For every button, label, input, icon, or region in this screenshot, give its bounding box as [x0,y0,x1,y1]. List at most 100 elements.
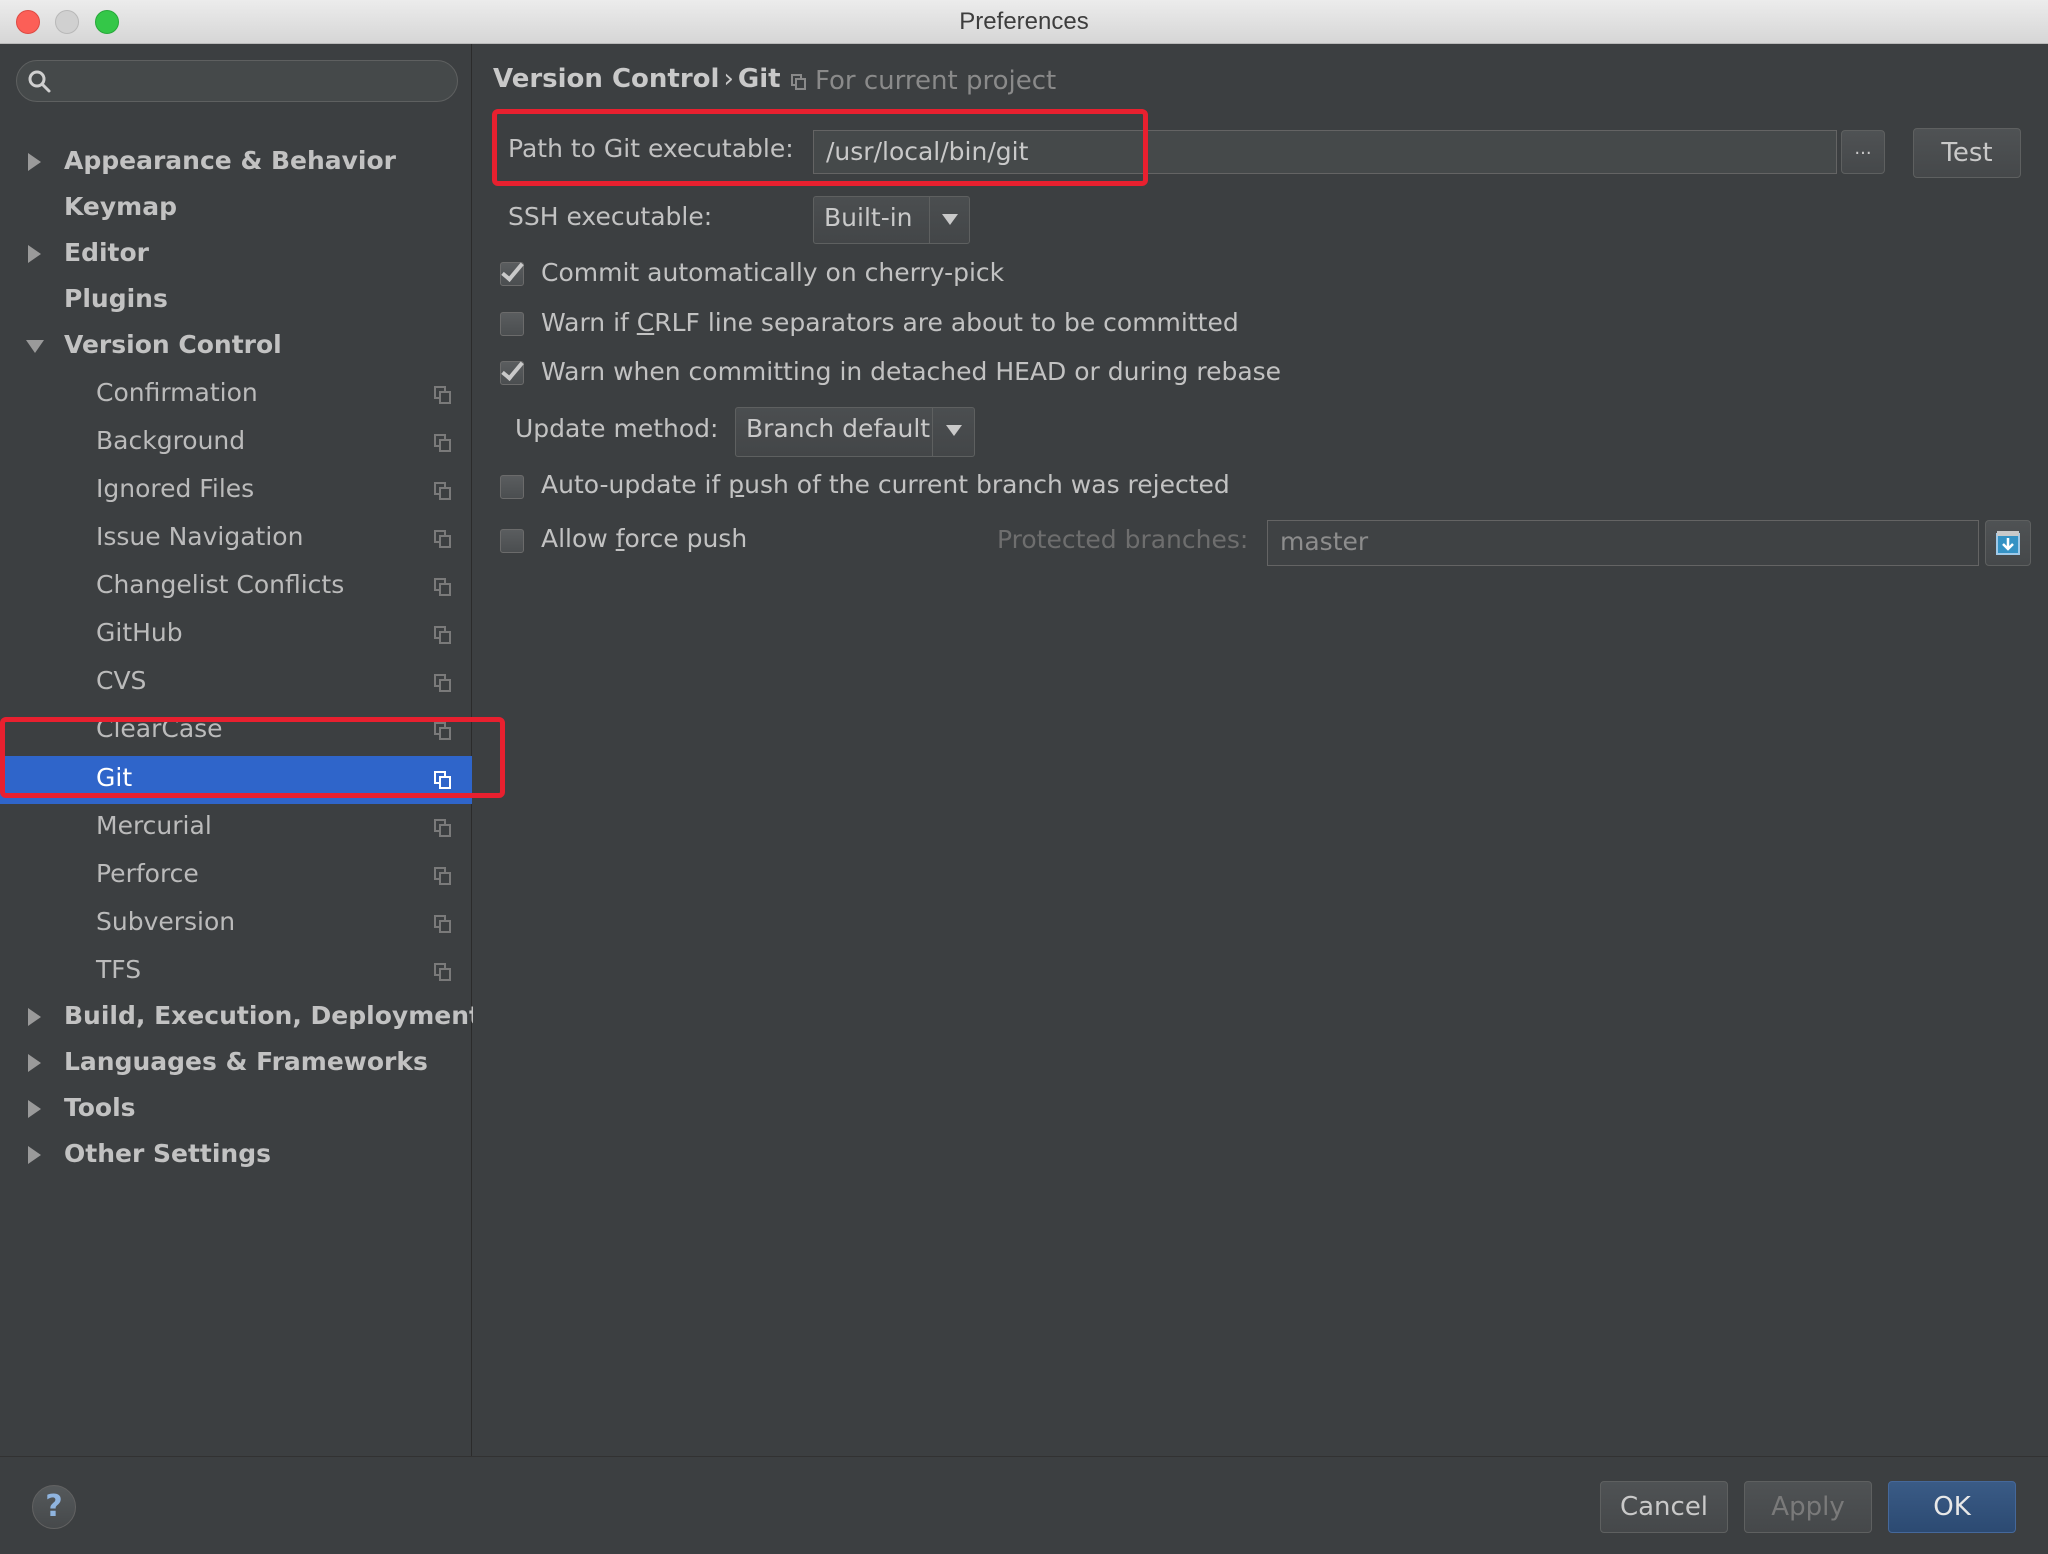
sidebar-item-keymap[interactable]: Keymap [0,185,472,231]
scope-note: For current project [791,66,1056,96]
sidebar-item-label: TFS [96,955,142,984]
expand-arrow-icon[interactable] [28,1054,41,1072]
project-scope-icon [434,386,452,404]
sidebar-item-label: Confirmation [96,378,258,407]
project-scope-icon [434,867,452,885]
update-method-value: Branch default [746,414,931,443]
sidebar-item-tfs[interactable]: TFS [0,948,472,994]
sidebar-item-background[interactable]: Background [0,419,472,465]
sidebar-item-label: Subversion [96,907,236,936]
project-scope-icon [791,74,807,90]
expand-arrow-icon[interactable] [28,245,41,263]
sidebar-item-cvs[interactable]: CVS [0,659,472,705]
sidebar-item-languages-frameworks[interactable]: Languages & Frameworks [0,1040,472,1086]
cancel-button[interactable]: Cancel [1600,1481,1728,1533]
chevron-down-icon [942,214,958,225]
sidebar-item-label: Plugins [64,284,168,313]
sidebar-item-editor[interactable]: Editor [0,231,472,277]
sidebar-item-label: GitHub [96,618,183,647]
project-scope-icon [434,915,452,933]
cherry-pick-checkbox[interactable] [500,258,524,286]
sidebar-item-appearance-behavior[interactable]: Appearance & Behavior [0,139,472,185]
ssh-executable-select[interactable]: Built-in [813,196,970,244]
sidebar-item-label: Version Control [64,330,282,359]
expand-arrow-icon[interactable] [28,1100,41,1118]
search-icon [28,70,51,93]
sidebar-item-issue-navigation[interactable]: Issue Navigation [0,515,472,561]
sidebar-item-subversion[interactable]: Subversion [0,900,472,946]
sidebar-item-label: CVS [96,666,147,695]
help-button[interactable]: ? [32,1485,76,1529]
sidebar-item-version-control[interactable]: Version Control [0,323,472,369]
expand-arrow-icon[interactable] [28,153,41,171]
sidebar-item-label: Languages & Frameworks [64,1047,428,1076]
checkmark-icon [501,258,524,282]
auto-update-label[interactable]: Auto-update if push of the current branc… [541,470,1230,499]
project-scope-icon [434,819,452,837]
browse-button[interactable]: ... [1841,130,1885,174]
protected-branches-label: Protected branches: [997,525,1249,554]
checkmark-icon [501,357,524,381]
ssh-executable-value: Built-in [824,203,913,232]
git-item-highlight-frame [0,717,505,798]
expand-arrow-icon[interactable] [28,1146,41,1164]
project-scope-icon [434,963,452,981]
sidebar-item-label: Mercurial [96,811,212,840]
ok-button[interactable]: OK [1888,1481,2016,1533]
sidebar-item-changelist-conflicts[interactable]: Changelist Conflicts [0,563,472,609]
dialog-footer: ? Cancel Apply OK [0,1456,2048,1554]
detached-head-checkbox[interactable] [500,357,524,385]
sidebar-item-mercurial[interactable]: Mercurial [0,804,472,850]
sidebar-item-label: Changelist Conflicts [96,570,345,599]
project-scope-icon [434,482,452,500]
update-method-label: Update method: [515,414,719,443]
sidebar-item-label: Tools [64,1093,136,1122]
sidebar-item-label: Ignored Files [96,474,255,503]
collapse-arrow-icon[interactable] [26,340,44,353]
expand-field-button[interactable] [1985,520,2031,566]
project-scope-icon [434,578,452,596]
sidebar-item-label: Keymap [64,192,178,221]
protected-branches-field[interactable]: master [1267,520,1979,566]
sidebar-item-label: Appearance & Behavior [64,146,396,175]
sidebar-item-tools[interactable]: Tools [0,1086,472,1132]
apply-button[interactable]: Apply [1744,1481,1872,1533]
crlf-warning-checkbox[interactable] [500,312,524,336]
scope-label: For current project [815,66,1057,96]
sidebar-item-perforce[interactable]: Perforce [0,852,472,898]
title-bar: Preferences [0,0,2048,44]
force-push-label[interactable]: Allow force push [541,524,747,553]
window-title: Preferences [959,8,1089,35]
crlf-warning-label[interactable]: Warn if CRLF line separators are about t… [541,308,1239,337]
sidebar-item-label: Editor [64,238,149,267]
git-path-highlight-frame [492,109,1148,186]
breadcrumb: Version Control › Git [493,64,781,94]
sidebar-item-label: Other Settings [64,1139,271,1168]
sidebar-item-label: Background [96,426,246,455]
update-method-select[interactable]: Branch default [735,407,975,457]
project-scope-icon [434,434,452,452]
expand-arrow-icon[interactable] [28,1008,41,1026]
cherry-pick-label[interactable]: Commit automatically on cherry-pick [541,258,1004,287]
sidebar-item-build-execution-deployment[interactable]: Build, Execution, Deployment [0,994,481,1040]
test-button[interactable]: Test [1913,128,2021,178]
search-input[interactable] [16,60,458,102]
sidebar-item-plugins[interactable]: Plugins [0,277,472,323]
ssh-executable-label: SSH executable: [508,202,713,231]
project-scope-icon [434,674,452,692]
project-scope-icon [434,626,452,644]
sidebar-item-confirmation[interactable]: Confirmation [0,371,472,417]
sidebar-item-label: Build, Execution, Deployment [64,1001,481,1030]
sidebar-item-ignored-files[interactable]: Ignored Files [0,467,472,513]
expand-field-icon [1996,531,2020,555]
detached-head-label[interactable]: Warn when committing in detached HEAD or… [541,357,1281,386]
breadcrumb-parent: Version Control [493,64,720,94]
sidebar-item-github[interactable]: GitHub [0,611,472,657]
force-push-checkbox[interactable] [500,529,524,553]
breadcrumb-current: Git [737,64,781,94]
auto-update-checkbox[interactable] [500,475,524,499]
breadcrumb-separator: › [723,64,734,94]
sidebar-item-label: Issue Navigation [96,522,304,551]
sidebar-item-other-settings[interactable]: Other Settings [0,1132,472,1178]
sidebar-item-label: Perforce [96,859,199,888]
